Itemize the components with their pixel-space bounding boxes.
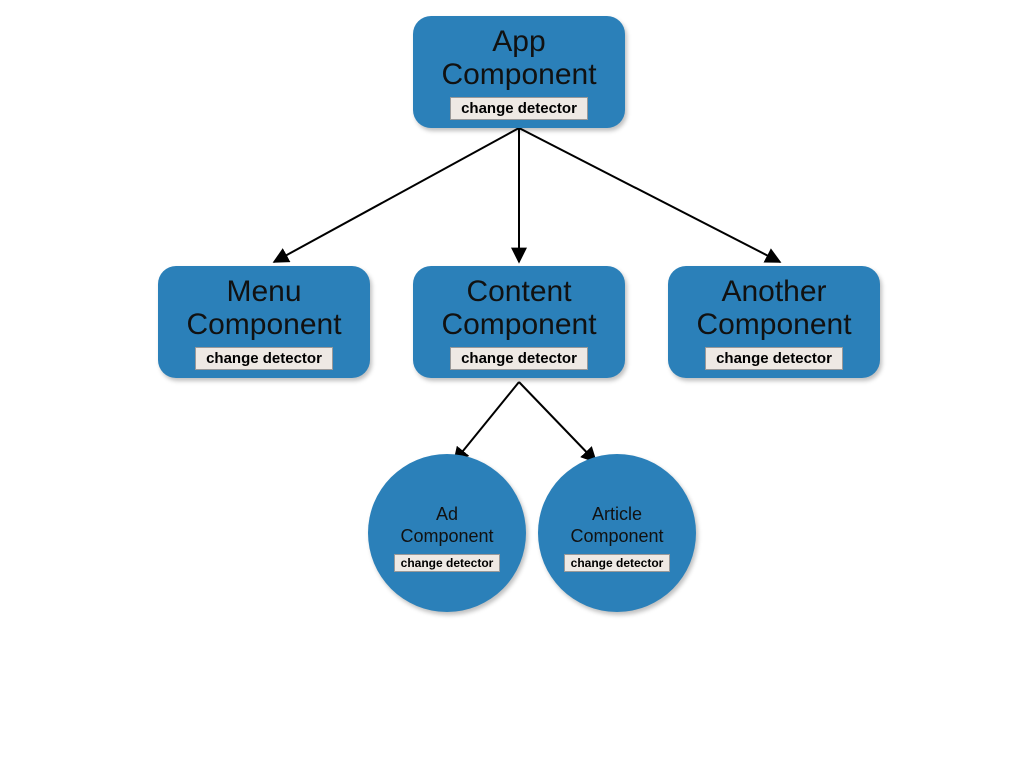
node-article-component: ArticleComponent change detector xyxy=(538,454,696,612)
node-title: AnotherComponent xyxy=(688,275,859,341)
node-title: MenuComponent xyxy=(178,275,349,341)
node-content-component: ContentComponent change detector xyxy=(413,266,625,378)
node-app-component: AppComponent change detector xyxy=(413,16,625,128)
change-detector-badge: change detector xyxy=(705,347,843,370)
edge-content-ad xyxy=(454,382,519,462)
edge-root-menu xyxy=(274,128,519,262)
node-title: AdComponent xyxy=(394,504,499,547)
node-title: AppComponent xyxy=(433,25,604,91)
node-another-component: AnotherComponent change detector xyxy=(668,266,880,378)
node-title: ContentComponent xyxy=(433,275,604,341)
edge-root-another xyxy=(519,128,780,262)
change-detector-badge: change detector xyxy=(450,347,588,370)
edge-content-article xyxy=(519,382,596,462)
node-menu-component: MenuComponent change detector xyxy=(158,266,370,378)
change-detector-badge: change detector xyxy=(564,554,671,572)
change-detector-badge: change detector xyxy=(195,347,333,370)
node-ad-component: AdComponent change detector xyxy=(368,454,526,612)
change-detector-badge: change detector xyxy=(450,97,588,120)
node-title: ArticleComponent xyxy=(564,504,669,547)
change-detector-badge: change detector xyxy=(394,554,501,572)
